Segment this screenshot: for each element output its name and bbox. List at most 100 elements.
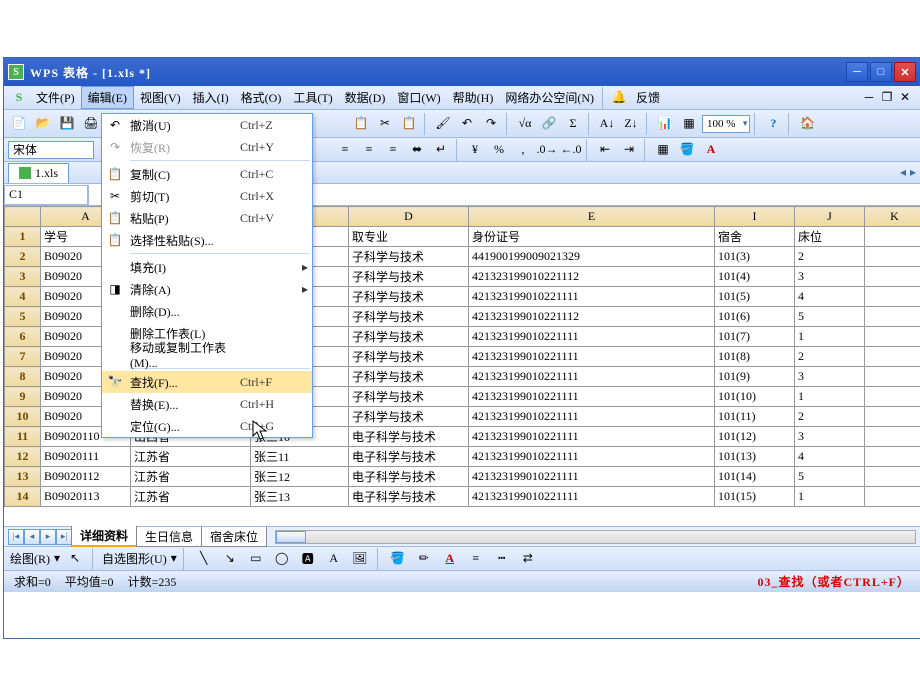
cell[interactable]: 张三12 <box>251 467 349 487</box>
home-button[interactable]: 🏠 <box>796 113 818 135</box>
borders-button[interactable]: ▦ <box>652 139 674 161</box>
cell[interactable]: 421323199010221111 <box>469 327 715 347</box>
filter-button[interactable]: ▦ <box>678 113 700 135</box>
menu-item-move-sheet[interactable]: 移动或复制工作表(M)... <box>102 344 312 366</box>
menu-item-find[interactable]: 🔭 查找(F)... Ctrl+F <box>102 371 312 393</box>
cell[interactable]: 2 <box>795 347 865 367</box>
cell[interactable]: 张三11 <box>251 447 349 467</box>
align-right-button[interactable]: ≡ <box>382 139 404 161</box>
font-color-button[interactable]: A <box>700 139 722 161</box>
menu-item-clear[interactable]: ◨ 清除(A) ▸ <box>102 278 312 300</box>
percent-button[interactable]: % <box>488 139 510 161</box>
cell[interactable] <box>865 407 920 427</box>
help-button[interactable]: ? <box>762 113 784 135</box>
row-header[interactable]: 13 <box>5 467 41 487</box>
wordart-icon[interactable]: A <box>323 548 345 570</box>
fill-color-button[interactable]: 🪣 <box>676 139 698 161</box>
col-header[interactable]: E <box>469 207 715 227</box>
col-header[interactable]: J <box>795 207 865 227</box>
font-name-combo[interactable]: 宋体 <box>8 141 94 159</box>
save-button[interactable]: 💾 <box>56 113 78 135</box>
col-header[interactable]: K <box>865 207 920 227</box>
dec-inc-button[interactable]: .0→ <box>536 139 558 161</box>
row-header[interactable]: 1 <box>5 227 41 247</box>
format-painter-button[interactable]: 🖌 <box>432 113 454 135</box>
cell[interactable] <box>865 347 920 367</box>
minimize-button[interactable]: ─ <box>846 62 868 82</box>
doc-min-button[interactable]: ─ <box>862 90 876 105</box>
draw-menu-label[interactable]: 绘图(R) <box>10 550 50 567</box>
cell[interactable]: 101(3) <box>715 247 795 267</box>
feedback-icon[interactable]: 🔔 <box>608 87 630 109</box>
close-button[interactable]: ✕ <box>894 62 916 82</box>
menu-netoffice[interactable]: 网络办公空间(N) <box>499 87 600 108</box>
cell[interactable]: 421323199010221111 <box>469 287 715 307</box>
zoom-combo[interactable]: 100 % <box>702 115 750 133</box>
cell[interactable]: 电子科学与技术 <box>349 427 469 447</box>
cell[interactable]: B09020111 <box>41 447 131 467</box>
cell[interactable] <box>865 447 920 467</box>
menu-tools[interactable]: 工具(T) <box>287 87 338 108</box>
cell[interactable]: 3 <box>795 427 865 447</box>
autoshape-menu-label[interactable]: 自选图形(U) <box>102 550 167 567</box>
menu-item-delete[interactable]: 删除(D)... <box>102 300 312 322</box>
menu-window[interactable]: 窗口(W) <box>391 87 446 108</box>
cell[interactable]: 421323199010221112 <box>469 267 715 287</box>
sheet-tab[interactable]: 生日信息 <box>136 527 202 547</box>
cell[interactable]: 101(10) <box>715 387 795 407</box>
comma-button[interactable]: , <box>512 139 534 161</box>
cell[interactable] <box>865 427 920 447</box>
doc-restore-button[interactable]: ❐ <box>880 90 894 105</box>
cell[interactable]: 3 <box>795 367 865 387</box>
sheet-first-button[interactable]: |◂ <box>8 529 24 545</box>
cell[interactable]: 4 <box>795 447 865 467</box>
cell[interactable]: 421323199010221112 <box>469 307 715 327</box>
arrow-style-icon[interactable]: ⇄ <box>517 548 539 570</box>
rect-icon[interactable]: ▭ <box>245 548 267 570</box>
sheet-tab[interactable]: 宿舍床位 <box>201 527 267 547</box>
font-color-icon[interactable]: A <box>439 548 461 570</box>
menu-item-cut[interactable]: ✂ 剪切(T) Ctrl+X <box>102 185 312 207</box>
cell[interactable]: 5 <box>795 307 865 327</box>
row-header[interactable]: 2 <box>5 247 41 267</box>
undo-button[interactable]: ↶ <box>456 113 478 135</box>
row-header[interactable]: 6 <box>5 327 41 347</box>
indent-dec-button[interactable]: ⇤ <box>594 139 616 161</box>
cell[interactable]: 子科学与技术 <box>349 267 469 287</box>
cell[interactable]: 宿舍 <box>715 227 795 247</box>
cell[interactable]: 421323199010221111 <box>469 387 715 407</box>
cell[interactable] <box>865 307 920 327</box>
menu-view[interactable]: 视图(V) <box>134 87 187 108</box>
cell[interactable]: 101(14) <box>715 467 795 487</box>
maximize-button[interactable]: □ <box>870 62 892 82</box>
cell[interactable]: 子科学与技术 <box>349 347 469 367</box>
sort-asc-button[interactable]: A↓ <box>596 113 618 135</box>
chart-button[interactable]: 📊 <box>654 113 676 135</box>
document-tab[interactable]: 1.xls <box>8 163 69 183</box>
cell[interactable]: 电子科学与技术 <box>349 447 469 467</box>
copy-button[interactable]: 📋 <box>350 113 372 135</box>
row-header[interactable]: 14 <box>5 487 41 507</box>
cell[interactable] <box>865 327 920 347</box>
menu-item-goto[interactable]: 定位(G)... Ctrl+G <box>102 415 312 437</box>
sheet-next-button[interactable]: ▸ <box>40 529 56 545</box>
row-header[interactable]: 9 <box>5 387 41 407</box>
menu-item-undo[interactable]: ↶ 撤消(U) Ctrl+Z <box>102 114 312 136</box>
cell[interactable]: B09020112 <box>41 467 131 487</box>
merge-button[interactable]: ⬌ <box>406 139 428 161</box>
select-arrow-icon[interactable]: ↖ <box>64 548 86 570</box>
cell[interactable]: 子科学与技术 <box>349 307 469 327</box>
tab-prev-button[interactable]: ◂ <box>900 165 906 180</box>
row-header[interactable]: 5 <box>5 307 41 327</box>
link-button[interactable]: 🔗 <box>538 113 560 135</box>
cell[interactable] <box>865 267 920 287</box>
line-icon[interactable]: ╲ <box>193 548 215 570</box>
indent-inc-button[interactable]: ⇥ <box>618 139 640 161</box>
cell[interactable]: 张三13 <box>251 487 349 507</box>
dec-dec-button[interactable]: ←.0 <box>560 139 582 161</box>
sort-desc-button[interactable]: Z↓ <box>620 113 642 135</box>
doc-close-button[interactable]: ✕ <box>898 90 912 105</box>
cell[interactable]: 421323199010221111 <box>469 447 715 467</box>
menu-item-fill[interactable]: 填充(I) ▸ <box>102 256 312 278</box>
app-menu-icon[interactable]: S <box>8 87 30 109</box>
